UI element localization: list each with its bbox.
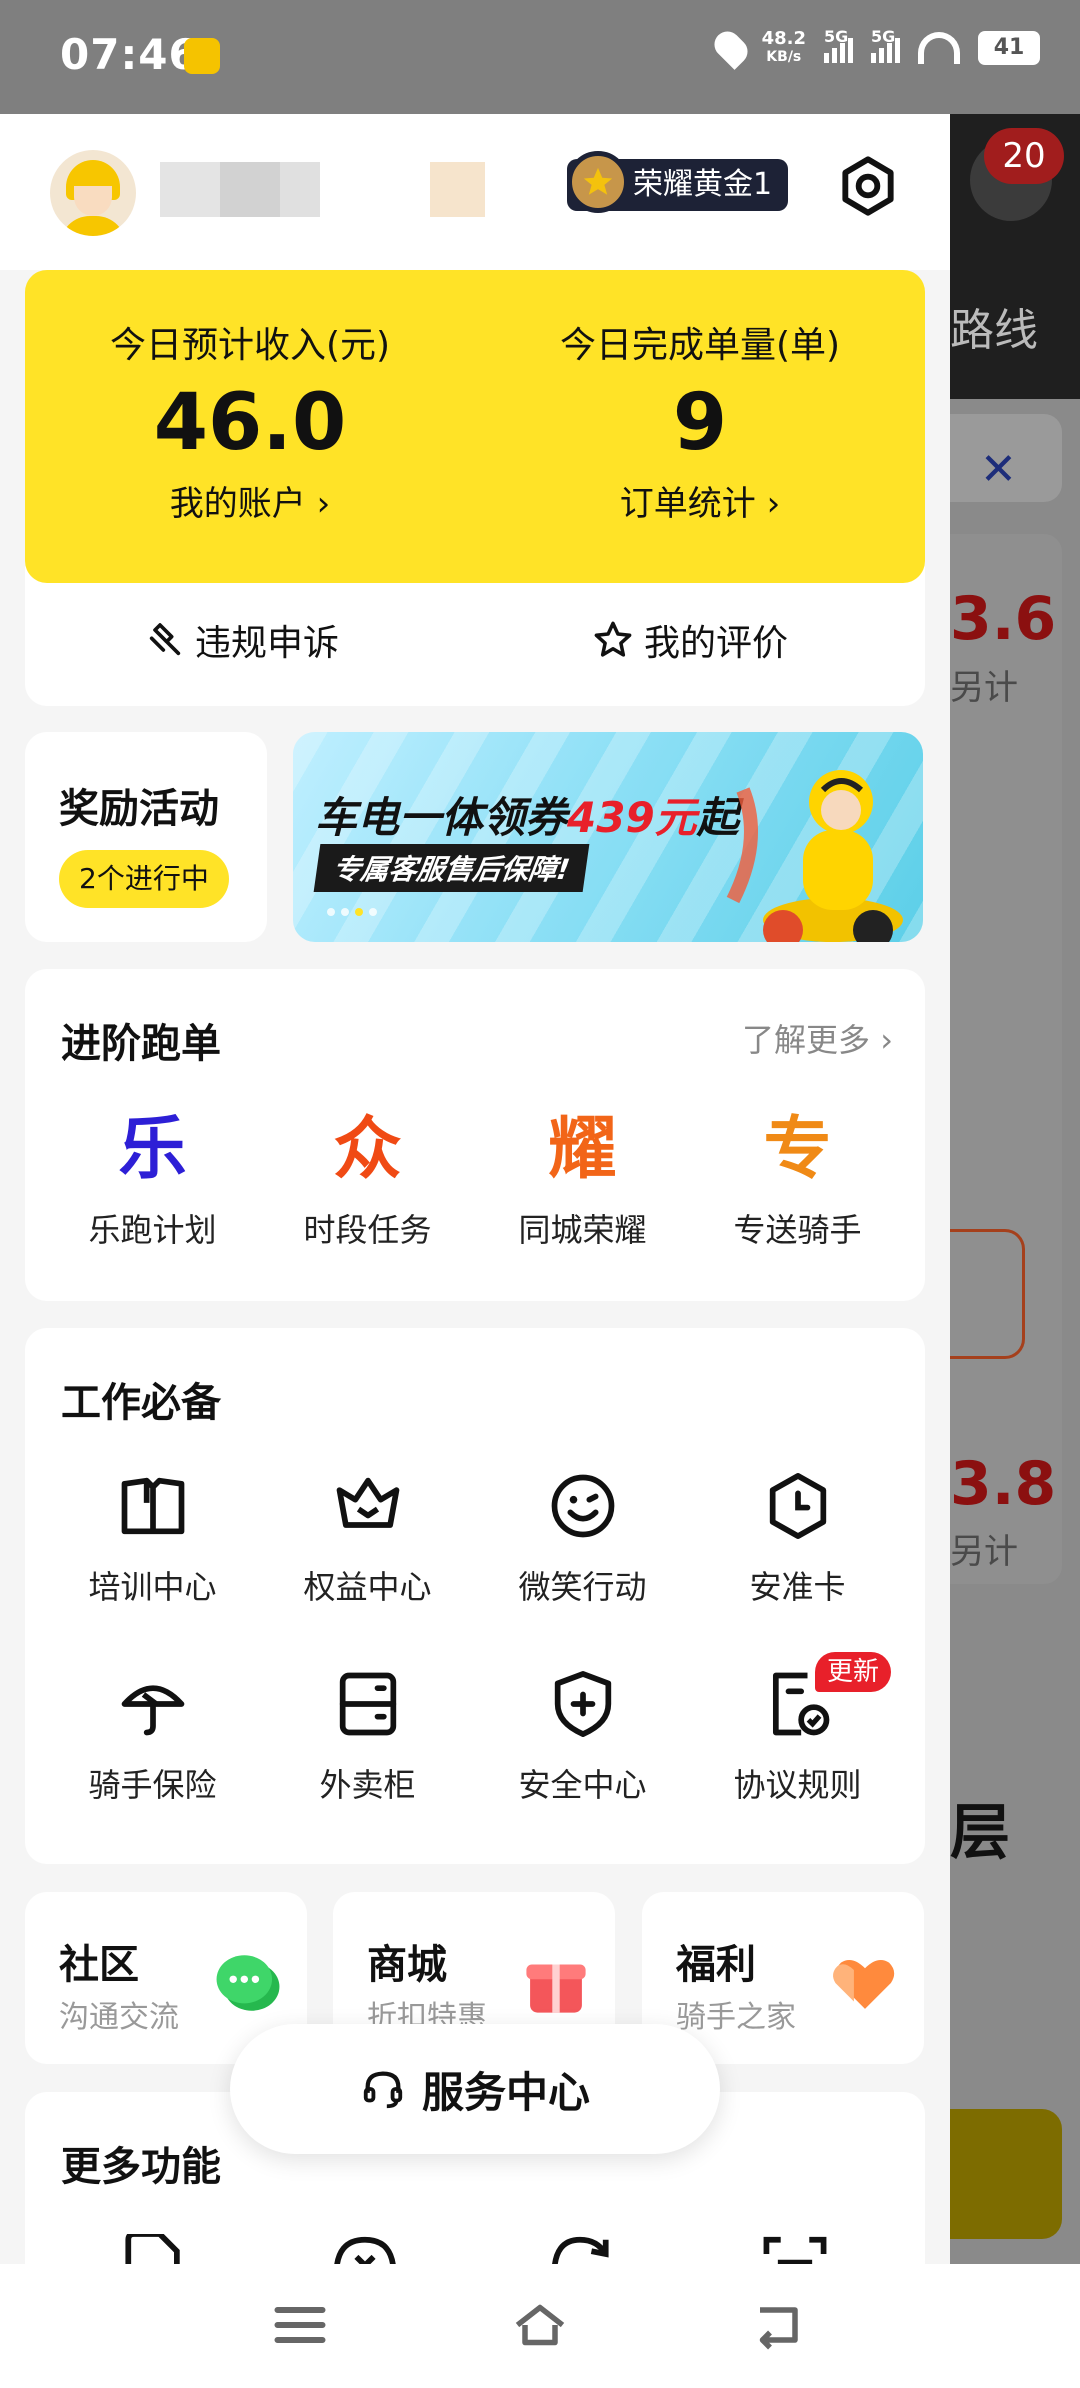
gavel-icon bbox=[149, 623, 181, 656]
smile-icon bbox=[551, 1474, 614, 1538]
advanced-item-dedicated[interactable]: 专 专送骑手 bbox=[690, 1109, 905, 1251]
background-page[interactable]: 20 路线 ✕ 3.6 另计 3.8 另计 层 bbox=[950, 114, 1080, 2264]
scan-icon[interactable] bbox=[760, 2234, 830, 2264]
signal-icon: 5G bbox=[824, 27, 853, 63]
glory-icon: 耀 bbox=[548, 1109, 617, 1189]
essential-item-locker[interactable]: 外卖柜 bbox=[260, 1666, 475, 1806]
gift-icon bbox=[526, 1964, 586, 2013]
essential-item-security[interactable]: 安全中心 bbox=[475, 1666, 690, 1806]
clock-icon bbox=[769, 1473, 826, 1539]
chat-bubble-icon bbox=[216, 1955, 280, 2011]
shield-icon bbox=[554, 1671, 611, 1737]
back-icon[interactable] bbox=[750, 2300, 810, 2350]
wifi-icon bbox=[918, 32, 960, 64]
dedicated-icon: 专 bbox=[763, 1109, 832, 1189]
profile-header: 荣耀黄金1 bbox=[0, 114, 950, 270]
my-account-link[interactable]: 我的账户 › bbox=[25, 476, 475, 525]
cancel-circle-icon[interactable] bbox=[330, 2234, 400, 2264]
income-value: 46.0 bbox=[153, 378, 347, 468]
essential-item-smile[interactable]: 微笑行动 bbox=[475, 1468, 690, 1608]
price-value: 3.8 bbox=[950, 1449, 1057, 1519]
new-badge: 更新 bbox=[815, 1652, 892, 1692]
banner-subtitle: 专属客服售后保障! bbox=[313, 844, 590, 892]
advanced-item-timeslot[interactable]: 众 时段任务 bbox=[260, 1109, 475, 1251]
document-icon[interactable] bbox=[119, 2234, 189, 2264]
app-notification-icon bbox=[184, 38, 220, 74]
orders-label: 今日完成单量(单) bbox=[559, 325, 841, 366]
section-title: 进阶跑单 bbox=[61, 1021, 221, 1067]
orders-column[interactable]: 今日完成单量(单) 9 订单统计 › bbox=[475, 270, 925, 525]
book-icon bbox=[121, 1477, 184, 1535]
service-center-button[interactable]: 服务中心 bbox=[230, 2024, 720, 2154]
rating-button[interactable]: 我的评价 bbox=[592, 614, 788, 666]
lepao-icon: 乐 bbox=[118, 1109, 187, 1189]
advanced-item-lepao[interactable]: 乐 乐跑计划 bbox=[45, 1109, 260, 1251]
star-outline-icon bbox=[594, 621, 632, 657]
advanced-running-section: 进阶跑单 了解更多 › 乐 乐跑计划 众 时段任务 耀 同城荣耀 专 专送骑手 bbox=[25, 969, 925, 1301]
rewards-count-pill: 2个进行中 bbox=[59, 850, 229, 908]
banner-headline: 车电一体领券439元起 bbox=[315, 793, 739, 842]
umbrella-icon bbox=[121, 1685, 184, 1736]
star-icon bbox=[567, 151, 629, 213]
headset-icon bbox=[363, 2071, 403, 2109]
essential-item-agreement[interactable]: 更新 协议规则 bbox=[690, 1652, 905, 1806]
income-column[interactable]: 今日预计收入(元) 46.0 我的账户 › bbox=[25, 270, 475, 525]
refresh-icon[interactable] bbox=[545, 2234, 615, 2264]
home-icon[interactable] bbox=[510, 2300, 570, 2350]
carousel-dots bbox=[327, 908, 377, 916]
rewards-card[interactable]: 奖励活动 2个进行中 bbox=[25, 732, 267, 942]
essential-item-benefits[interactable]: 权益中心 bbox=[260, 1468, 475, 1608]
appeal-button[interactable]: 违规申诉 bbox=[145, 614, 339, 666]
avatar[interactable] bbox=[50, 150, 136, 236]
section-title: 更多功能 bbox=[61, 2144, 221, 2190]
side-drawer: 荣耀黄金1 今日预计收入(元) 46.0 我的账户 › 今日完成单量(单) 9 … bbox=[0, 114, 950, 2264]
learn-more-link[interactable]: 了解更多 › bbox=[742, 1015, 893, 1061]
gear-icon[interactable] bbox=[836, 154, 900, 218]
system-navigation-bar bbox=[0, 2264, 1080, 2388]
status-bar: 07:46 48.2 KB/s 5G 5G 41 bbox=[0, 0, 1080, 114]
signal-icon-2: 5G bbox=[871, 27, 900, 63]
menu-icon[interactable] bbox=[270, 2300, 330, 2350]
username-blurred bbox=[160, 162, 220, 217]
crown-icon bbox=[336, 1477, 399, 1528]
close-icon: ✕ bbox=[980, 444, 1017, 495]
income-label: 今日预计收入(元) bbox=[109, 325, 391, 366]
promo-banner[interactable]: 车电一体领券439元起 专属客服售后保障! bbox=[293, 732, 923, 942]
rider-illustration bbox=[726, 770, 903, 942]
essential-item-training[interactable]: 培训中心 bbox=[45, 1468, 260, 1608]
income-card: 今日预计收入(元) 46.0 我的账户 › 今日完成单量(单) 9 订单统计 › bbox=[25, 270, 925, 583]
rewards-title: 奖励活动 bbox=[59, 786, 219, 832]
order-stats-link[interactable]: 订单统计 › bbox=[475, 476, 925, 525]
clock: 07:46 bbox=[60, 30, 199, 79]
route-label: 路线 bbox=[950, 305, 1038, 356]
heart-icon bbox=[833, 1959, 895, 2009]
essential-item-safety-card[interactable]: 安准卡 bbox=[690, 1468, 905, 1608]
work-essentials-section: 工作必备 培训中心 权益中心 微笑行动 安准卡 骑手保险 外卖柜 安全中心 更新… bbox=[25, 1328, 925, 1864]
timeslot-icon: 众 bbox=[333, 1109, 402, 1189]
battery-icon: 41 bbox=[978, 31, 1040, 65]
price-value: 3.6 bbox=[950, 584, 1057, 654]
network-speed: 48.2 KB/s bbox=[761, 28, 806, 66]
section-title: 工作必备 bbox=[61, 1380, 221, 1426]
advanced-item-glory[interactable]: 耀 同城荣耀 bbox=[475, 1109, 690, 1251]
location-icon bbox=[708, 26, 753, 70]
notification-count: 20 bbox=[984, 128, 1064, 184]
rank-badge[interactable]: 荣耀黄金1 bbox=[567, 151, 789, 213]
essential-item-insurance[interactable]: 骑手保险 bbox=[45, 1666, 260, 1806]
orders-value: 9 bbox=[672, 378, 728, 468]
locker-icon bbox=[339, 1672, 396, 1736]
